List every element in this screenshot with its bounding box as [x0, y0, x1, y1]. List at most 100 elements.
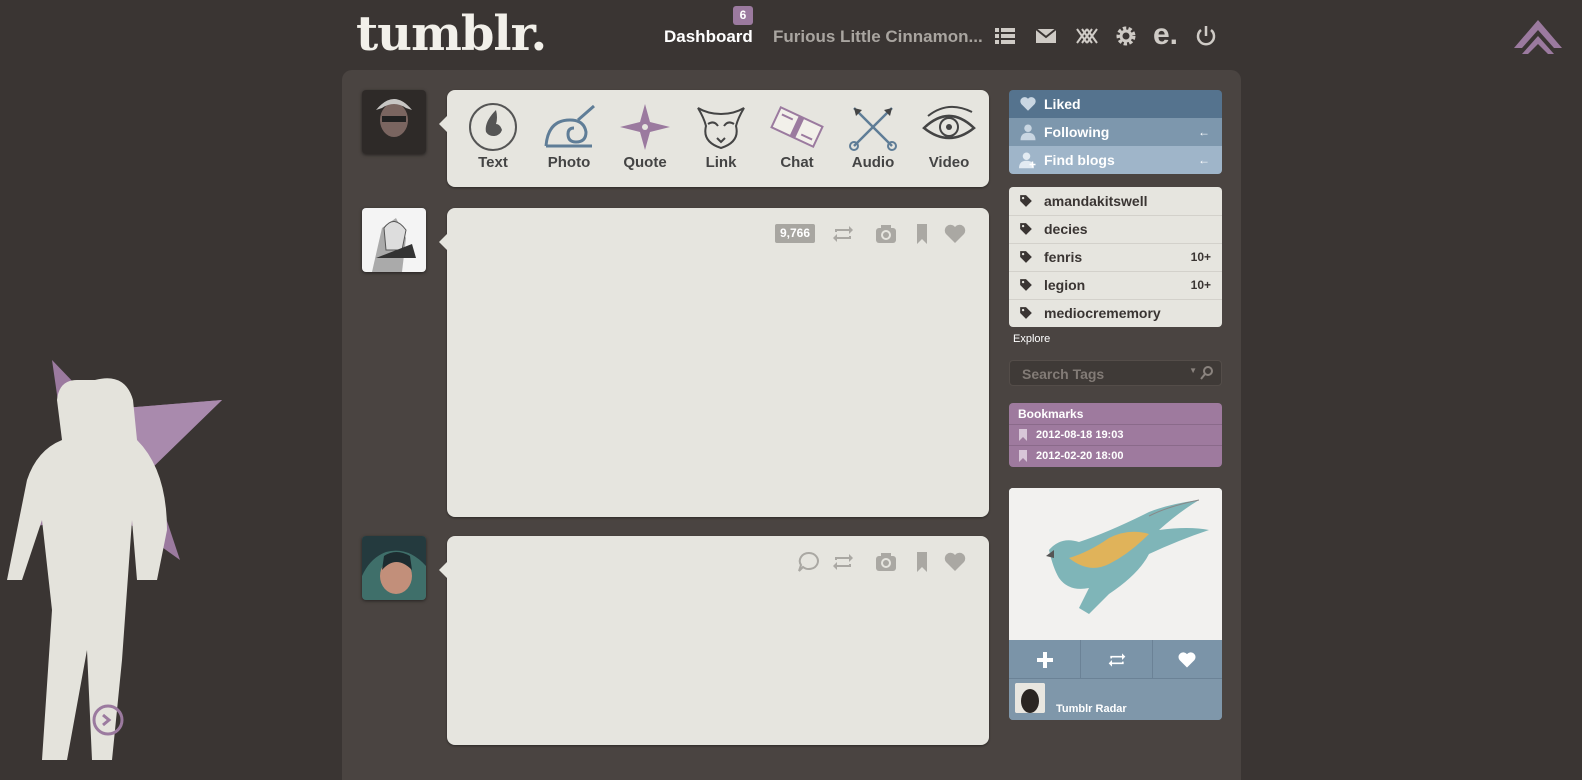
reblog-icon [1108, 653, 1125, 667]
tag-item-decies[interactable]: decies [1009, 215, 1222, 244]
plus-icon [1036, 652, 1053, 668]
ink-drop-icon [469, 103, 517, 151]
tag-label: legion [1044, 277, 1086, 293]
post-text-button[interactable]: Text [455, 90, 531, 186]
leaf-swirl-icon [544, 104, 595, 148]
post-author-avatar[interactable] [362, 536, 426, 600]
post-video-label: Video [928, 154, 970, 171]
like-button[interactable] [1151, 640, 1222, 678]
gear-icon[interactable] [1114, 24, 1138, 48]
scroll-icon [770, 105, 824, 149]
tumblr-logo[interactable]: tumblr. [356, 6, 547, 62]
heart-icon [1178, 652, 1195, 668]
post-photo-label: Photo [547, 154, 591, 171]
search-tags-box: ▼ [1009, 360, 1222, 386]
user-avatar[interactable] [362, 90, 426, 154]
reply-icon[interactable] [797, 550, 821, 574]
bookmark-date: 2012-08-18 19:03 [1036, 429, 1124, 441]
edit-e-icon[interactable]: e. [1153, 20, 1178, 50]
fox-mask-icon [697, 107, 745, 150]
add-person-icon [1019, 152, 1036, 169]
bookmark-item[interactable]: 2012-02-20 18:00 [1009, 445, 1222, 466]
xkit-icon[interactable] [1075, 24, 1099, 48]
radar-author-avatar[interactable] [1015, 683, 1045, 713]
sidebar-item-label: Following [1044, 124, 1110, 140]
heart-icon [1020, 97, 1036, 111]
post-chat-button[interactable]: Chat [759, 90, 835, 186]
bookmark-item[interactable]: 2012-08-18 19:03 [1009, 424, 1222, 445]
post-audio-label: Audio [851, 154, 895, 171]
tag-icon [1020, 279, 1032, 291]
post-photo-button[interactable]: Photo [531, 90, 607, 186]
radar-footer: Tumblr Radar [1009, 678, 1222, 720]
tag-icon [1020, 195, 1032, 207]
explore-link[interactable]: Explore [1013, 333, 1050, 345]
heart-icon[interactable] [943, 550, 967, 574]
search-icon[interactable] [1199, 365, 1215, 381]
sidebar-item-label: Find blogs [1044, 152, 1115, 168]
post-author-avatar[interactable] [362, 208, 426, 272]
bookmark-date: 2012-02-20 18:00 [1036, 450, 1124, 462]
dashboard-link[interactable]: Dashboard [664, 27, 753, 47]
blog-name-link[interactable]: Furious Little Cinnamon... [773, 27, 983, 47]
tumblr-radar: Tumblr Radar [1009, 488, 1222, 720]
radar-actions [1009, 640, 1222, 678]
power-icon[interactable] [1194, 24, 1218, 48]
tag-icon [1020, 223, 1032, 235]
follow-button[interactable] [1009, 640, 1080, 678]
person-icon [1020, 124, 1036, 141]
radar-image[interactable] [1009, 488, 1222, 640]
crossed-kunai-icon [849, 107, 897, 151]
sidebar-item-label: Liked [1044, 96, 1081, 112]
chevron-down-icon[interactable]: ▼ [1189, 366, 1197, 375]
tag-label: fenris [1044, 249, 1083, 265]
tag-item-legion[interactable]: legion 10+ [1009, 271, 1222, 300]
camera-icon[interactable] [874, 222, 898, 246]
tag-item-mediocrememory[interactable]: mediocrememory [1009, 299, 1222, 327]
tag-label: mediocrememory [1044, 305, 1161, 321]
post-text-label: Text [478, 154, 508, 171]
post-audio-button[interactable]: Audio [835, 90, 911, 186]
bookmark-icon[interactable] [910, 550, 934, 574]
tag-item-amandakitswell[interactable]: amandakitswell [1009, 187, 1222, 216]
post-quote-label: Quote [623, 154, 667, 171]
tag-count: 10+ [1190, 250, 1211, 264]
post-chat-label: Chat [780, 154, 814, 171]
post-link-button[interactable]: Link [683, 90, 759, 186]
bookmark-icon[interactable] [910, 222, 934, 246]
post-card [439, 536, 989, 745]
reblog-button[interactable] [1080, 640, 1153, 678]
search-tags-input[interactable] [1020, 365, 1184, 383]
tag-item-fenris[interactable]: fenris 10+ [1009, 243, 1222, 272]
sharingan-eye-icon [922, 105, 976, 140]
heart-icon[interactable] [943, 222, 967, 246]
sidebar-item-arrow: ← [1198, 153, 1210, 167]
note-count[interactable]: 9,766 [775, 224, 816, 243]
tag-icon [1020, 251, 1032, 263]
reblog-icon[interactable] [831, 550, 855, 574]
post-link-label: Link [705, 154, 737, 171]
tag-label: amandakitswell [1044, 193, 1148, 209]
list-icon[interactable] [993, 24, 1017, 48]
post-quote-button[interactable]: Quote [607, 90, 683, 186]
shuriken-icon [620, 104, 670, 150]
tag-icon [1020, 307, 1032, 319]
sidebar-item-following[interactable]: Following ← [1009, 118, 1222, 146]
sidebar-item-arrow: ← [1198, 125, 1210, 139]
bookmarks-title: Bookmarks [1018, 407, 1084, 421]
camera-icon[interactable] [874, 550, 898, 574]
tag-count: 10+ [1190, 278, 1211, 292]
background-character-art [0, 360, 230, 767]
scroll-to-top-icon[interactable] [1512, 14, 1564, 56]
sidebar-item-liked[interactable]: Liked [1009, 90, 1222, 118]
radar-label: Tumblr Radar [1056, 703, 1127, 715]
tracked-tags-list: amandakitswell decies fenris 10+ legion … [1009, 187, 1222, 327]
mail-icon[interactable] [1034, 24, 1058, 48]
post-card: 9,766 [439, 208, 989, 517]
reblog-icon[interactable] [831, 222, 855, 246]
post-video-button[interactable]: Video [911, 90, 987, 186]
sidebar-item-find-blogs[interactable]: Find blogs ← [1009, 146, 1222, 174]
post-type-bar: Text Photo Quote Link Chat Audio Video [439, 90, 989, 187]
tag-label: decies [1044, 221, 1088, 237]
dashboard-badge: 6 [733, 6, 753, 25]
